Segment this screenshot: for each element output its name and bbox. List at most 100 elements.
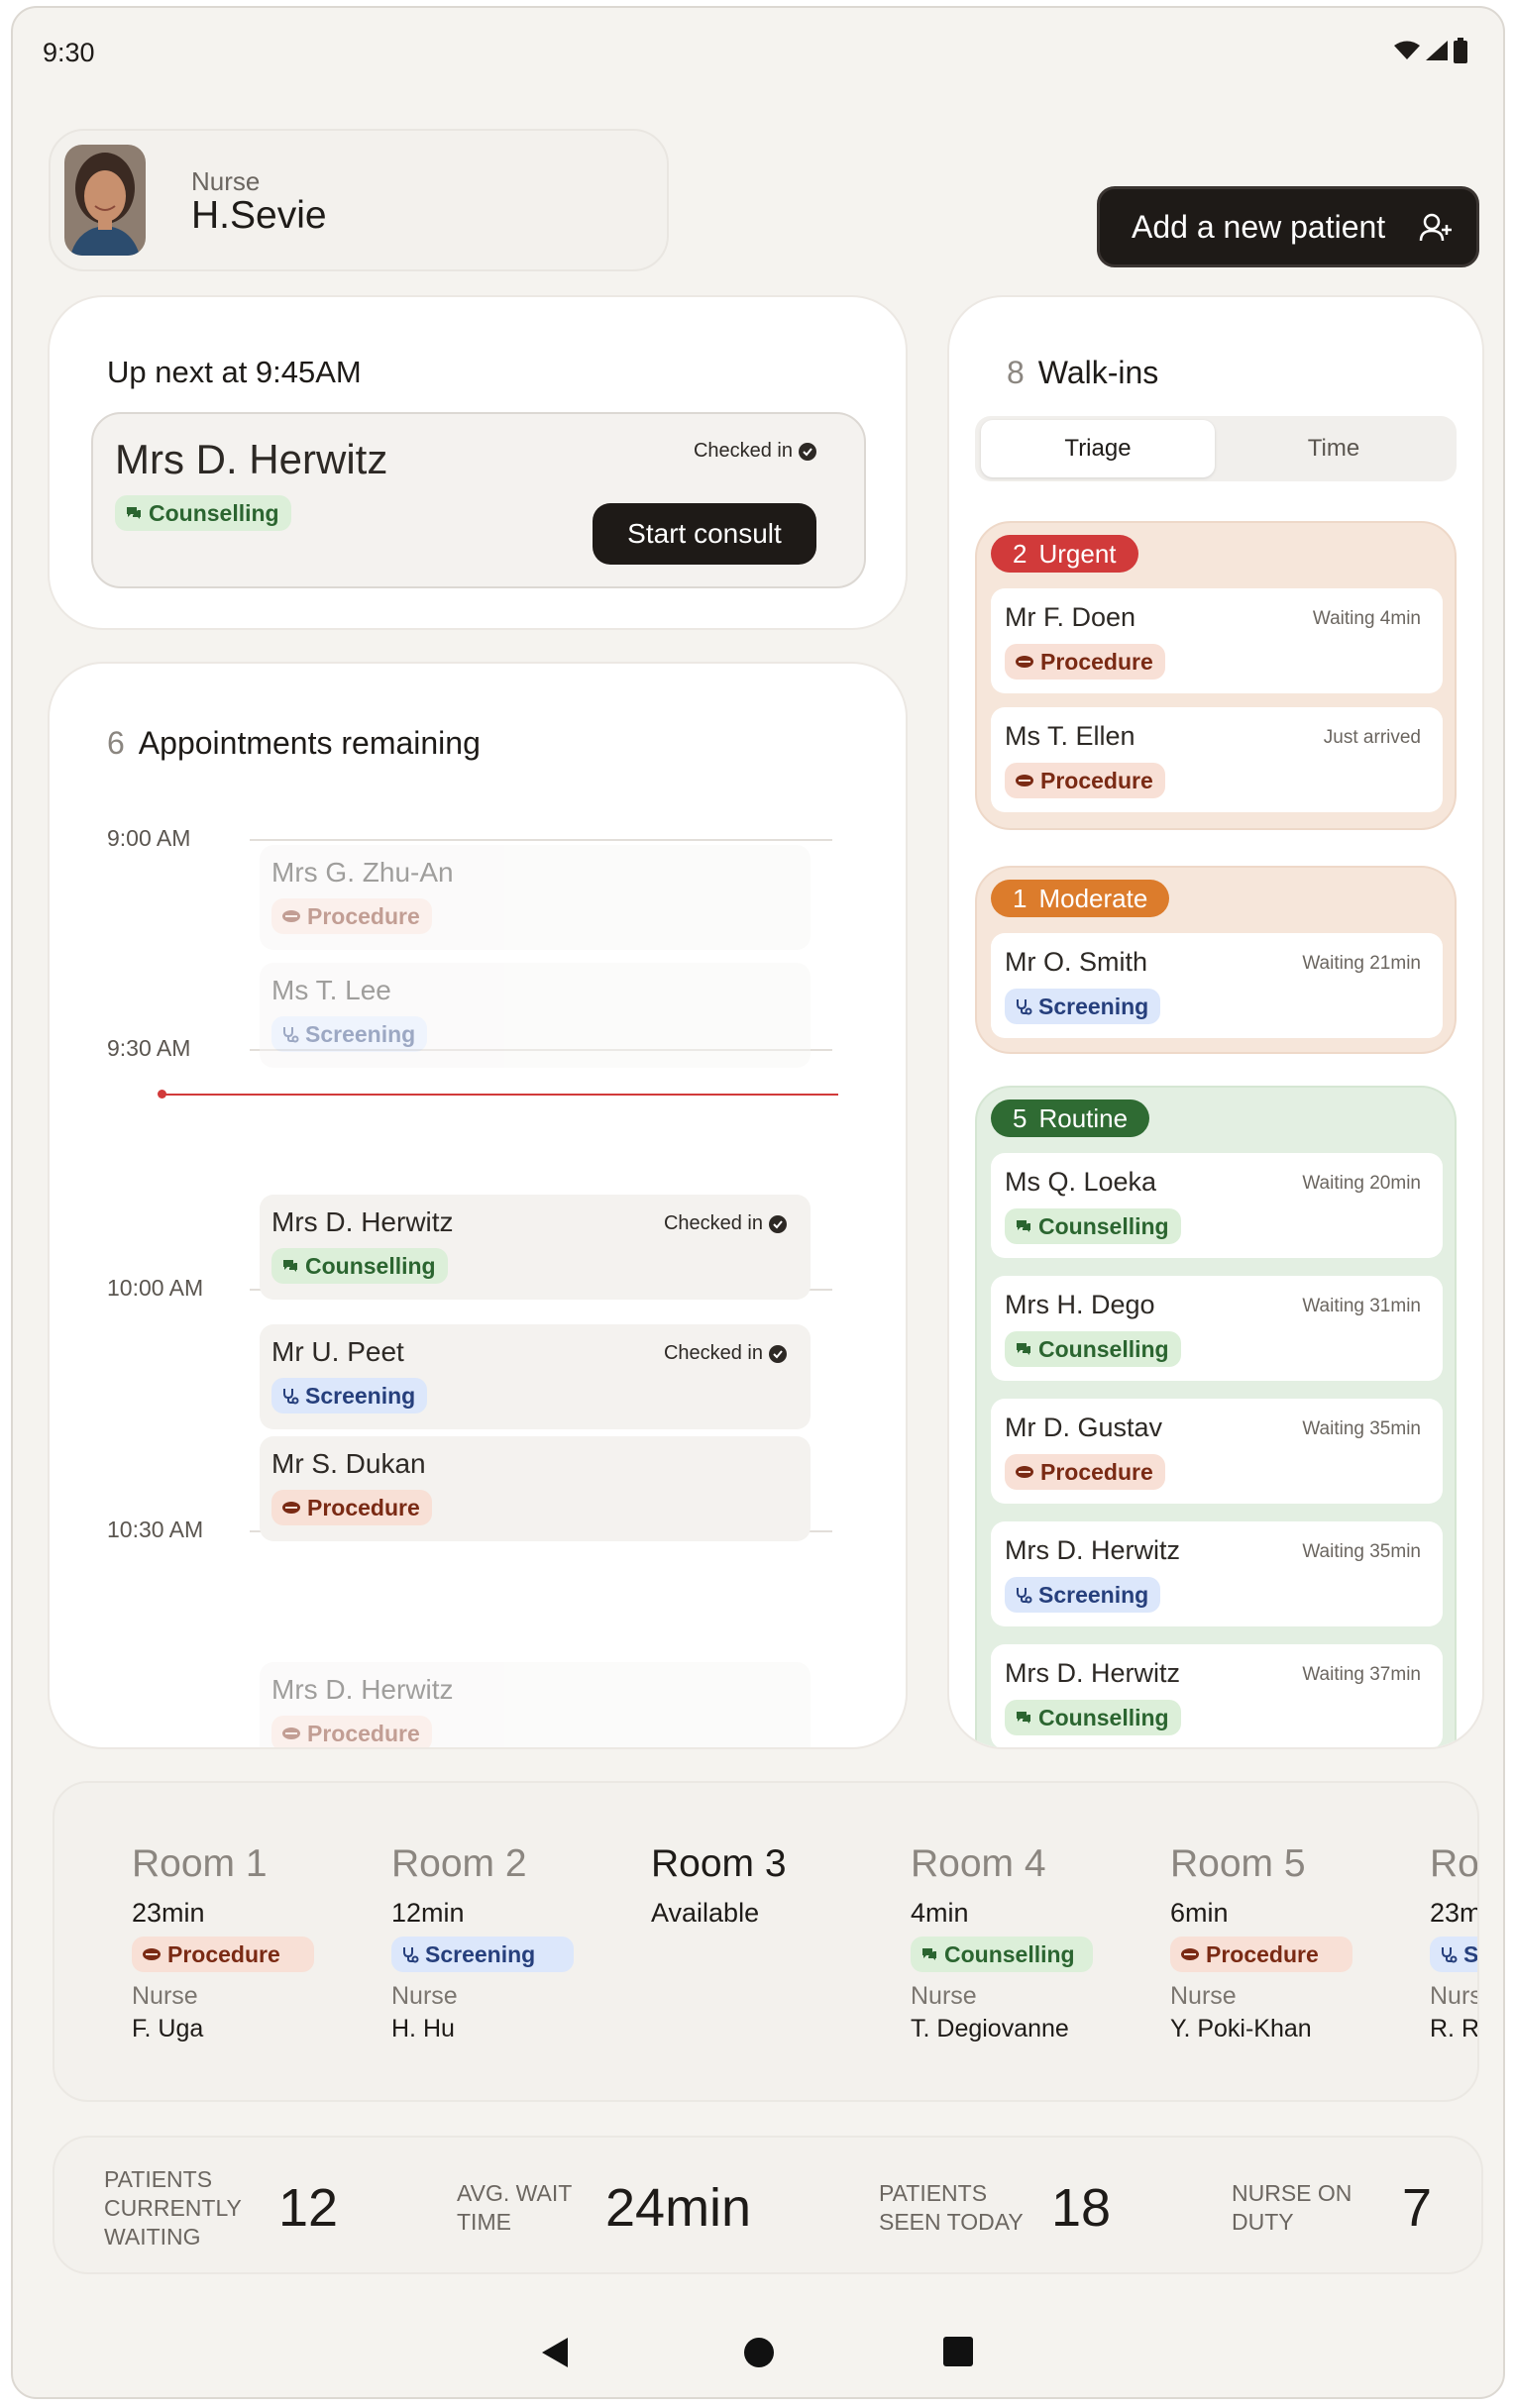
time-label: 10:00 AM bbox=[107, 1275, 204, 1301]
check-circle-icon bbox=[799, 442, 816, 461]
walkin-card[interactable]: Mrs H. Dego Waiting 31min Counselling bbox=[991, 1276, 1443, 1381]
room-card[interactable]: Room 6 23min Screening Nurse R. Ro bbox=[1430, 1842, 1479, 2043]
stethoscope-icon bbox=[1442, 1947, 1458, 1963]
screening-tag: Screening bbox=[1005, 1577, 1161, 1613]
wait-time: Waiting 21min bbox=[1302, 953, 1421, 974]
urgent-group: 2 Urgent Mr F. Doen Waiting 4min Procedu… bbox=[975, 521, 1457, 830]
room-time: 23min bbox=[1430, 1898, 1477, 1928]
procedure-icon bbox=[1016, 656, 1033, 668]
stat-value: 18 bbox=[1051, 2178, 1112, 2238]
stat-label: NURSE ON DUTY bbox=[1232, 2180, 1352, 2235]
start-consult-button[interactable]: Start consult bbox=[593, 503, 816, 565]
wait-time: Waiting 4min bbox=[1312, 608, 1421, 629]
nurse-card[interactable]: Nurse H.Sevie bbox=[49, 129, 669, 271]
room-time: 23min bbox=[132, 1898, 205, 1928]
room-name: Room 6 bbox=[1430, 1842, 1479, 1885]
checked-in-status: Checked in bbox=[664, 1342, 787, 1365]
nurse-name: H.Sevie bbox=[191, 194, 327, 237]
wait-time: Waiting 35min bbox=[1302, 1541, 1421, 1562]
walkin-card[interactable]: Mr O. Smith Waiting 21min Screening bbox=[991, 933, 1443, 1038]
appointment-slot[interactable]: Mrs D. Herwitz Procedure bbox=[260, 1662, 811, 1747]
walkin-card[interactable]: Mr D. Gustav Waiting 35min Procedure bbox=[991, 1399, 1443, 1504]
appointment-slot[interactable]: Mr U. Peet Checked in Screening bbox=[260, 1324, 811, 1429]
appointment-slot[interactable]: Mrs G. Zhu-An Procedure bbox=[260, 845, 811, 950]
walkins-count: 8 bbox=[1007, 355, 1025, 390]
room-name: Room 2 bbox=[391, 1842, 527, 1885]
up-next-card: Up next at 9:45AM Mrs D. Herwitz Checked… bbox=[48, 295, 908, 630]
nurse-role: Nurse bbox=[191, 166, 261, 196]
procedure-icon bbox=[1016, 775, 1033, 786]
add-patient-label: Add a new patient bbox=[1132, 208, 1386, 245]
screening-tag: Screening bbox=[271, 1016, 428, 1052]
add-patient-button[interactable]: Add a new patient bbox=[1097, 186, 1479, 267]
stethoscope-icon bbox=[1017, 1588, 1032, 1604]
check-circle-icon bbox=[769, 1214, 787, 1233]
stat-label: PATIENTS CURRENTLY WAITING bbox=[104, 2166, 242, 2250]
stat-label: AVG. WAIT TIME bbox=[457, 2180, 572, 2235]
walkin-card[interactable]: Mr F. Doen Waiting 4min Procedure bbox=[991, 588, 1443, 693]
procedure-tag: Procedure bbox=[132, 1937, 314, 1972]
procedure-tag: Procedure bbox=[271, 1490, 432, 1525]
stethoscope-icon bbox=[1017, 999, 1032, 1015]
next-patient-box[interactable]: Mrs D. Herwitz Checked in Counselling St… bbox=[91, 412, 866, 588]
chat-icon bbox=[1017, 1343, 1030, 1355]
stats-bar: PATIENTS CURRENTLY WAITING 12 AVG. WAIT … bbox=[53, 2136, 1483, 2274]
walkins-title: 8 Walk-ins bbox=[1007, 355, 1158, 391]
signal-icon bbox=[1426, 41, 1448, 60]
procedure-tag: Procedure bbox=[1005, 1454, 1165, 1490]
appointments-label: Appointments remaining bbox=[138, 725, 481, 761]
room-nurse: F. Uga bbox=[132, 2015, 204, 2042]
appointments-title: 6 Appointments remaining bbox=[107, 725, 481, 762]
time-label: 9:00 AM bbox=[107, 825, 191, 851]
stethoscope-icon bbox=[283, 1027, 299, 1043]
appointments-card: 6 Appointments remaining 9:00 AM 9:30 AM… bbox=[48, 662, 908, 1749]
chat-icon bbox=[1017, 1712, 1030, 1724]
patient-name: Mrs H. Dego bbox=[1005, 1290, 1155, 1319]
home-icon[interactable] bbox=[742, 2336, 776, 2369]
room-card[interactable]: Room 5 6min Procedure Nurse Y. Poki-Khan bbox=[1170, 1842, 1408, 2043]
walkin-card[interactable]: Ms Q. Loeka Waiting 20min Counselling bbox=[991, 1153, 1443, 1258]
room-card[interactable]: Room 3 Available bbox=[651, 1842, 889, 1929]
tab-triage[interactable]: Triage bbox=[981, 420, 1215, 477]
room-card[interactable]: Room 1 23min Procedure Nurse F. Uga bbox=[132, 1842, 370, 2043]
sort-toggle: Triage Time bbox=[975, 416, 1457, 481]
room-card[interactable]: Room 4 4min Counselling Nurse T. Degiova… bbox=[911, 1842, 1148, 2043]
patient-name: Mrs G. Zhu-An bbox=[271, 857, 454, 888]
tab-time[interactable]: Time bbox=[1217, 420, 1451, 477]
procedure-tag: Procedure bbox=[271, 1716, 432, 1747]
current-time-line bbox=[161, 1094, 838, 1096]
chat-icon bbox=[922, 1948, 936, 1960]
checked-in-status: Checked in bbox=[694, 440, 816, 463]
screening-tag: Screening bbox=[391, 1937, 574, 1972]
procedure-icon bbox=[282, 910, 300, 922]
room-nurse: H. Hu bbox=[391, 2015, 455, 2042]
stat-label: PATIENTS SEEN TODAY bbox=[879, 2180, 1024, 2235]
routine-group: 5 Routine Ms Q. Loeka Waiting 20min Coun… bbox=[975, 1086, 1457, 1747]
screening-tag: Screening bbox=[1005, 989, 1161, 1024]
patient-name: Mrs D. Herwitz bbox=[1005, 1535, 1180, 1565]
room-card[interactable]: Room 2 12min Screening Nurse H. Hu bbox=[391, 1842, 629, 2043]
screening-tag: Screening bbox=[271, 1378, 428, 1413]
rooms-strip[interactable]: Room 1 23min Procedure Nurse F. Uga Room… bbox=[53, 1781, 1479, 2102]
patient-name: Ms T. Ellen bbox=[1005, 721, 1136, 751]
patient-name: Mrs D. Herwitz bbox=[271, 1206, 454, 1237]
appointment-slot[interactable]: Mrs D. Herwitz Checked in Counselling bbox=[260, 1195, 811, 1300]
stat-value: 24min bbox=[605, 2178, 752, 2238]
walkin-card[interactable]: Mrs D. Herwitz Waiting 37min Counselling bbox=[991, 1644, 1443, 1747]
room-status: Available bbox=[651, 1898, 760, 1928]
recents-icon[interactable] bbox=[942, 2336, 974, 2367]
procedure-tag: Procedure bbox=[1005, 644, 1165, 680]
back-icon[interactable] bbox=[540, 2336, 570, 2369]
routine-badge: 5 Routine bbox=[991, 1099, 1150, 1137]
walkins-label: Walk-ins bbox=[1037, 355, 1159, 390]
walkin-card[interactable]: Ms T. Ellen Just arrived Procedure bbox=[991, 707, 1443, 812]
status-icons bbox=[1394, 38, 1467, 63]
appointments-count: 6 bbox=[107, 725, 125, 761]
counselling-tag: Counselling bbox=[911, 1937, 1093, 1972]
room-nurse-label: Nurse bbox=[391, 1982, 458, 2010]
walkin-card[interactable]: Mrs D. Herwitz Waiting 35min Screening bbox=[991, 1521, 1443, 1626]
appointment-slot[interactable]: Mr S. Dukan Procedure bbox=[260, 1436, 811, 1541]
checked-in-status: Checked in bbox=[664, 1212, 787, 1235]
appointment-slot[interactable]: Ms T. Lee Screening bbox=[260, 963, 811, 1068]
moderate-group: 1 Moderate Mr O. Smith Waiting 21min Scr… bbox=[975, 866, 1457, 1054]
